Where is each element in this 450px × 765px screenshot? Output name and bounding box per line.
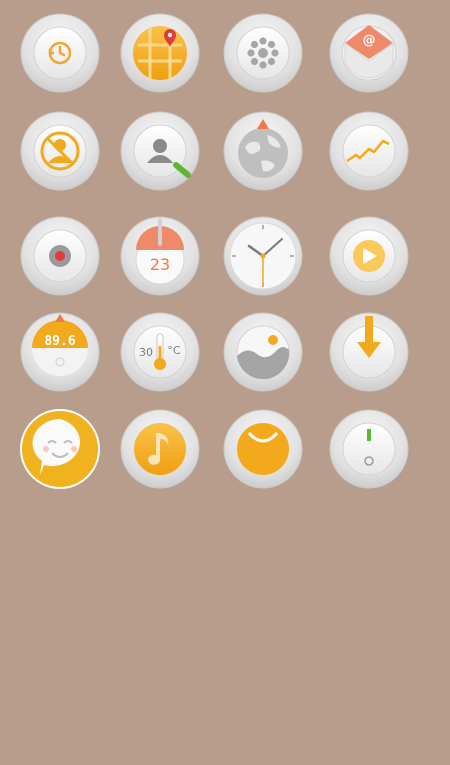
contact-edit-app-icon[interactable]	[120, 111, 200, 191]
play-app-icon[interactable]	[329, 216, 409, 296]
music-note-icon	[120, 409, 200, 489]
speaker-grill-icon	[223, 13, 303, 93]
globe-icon	[223, 111, 303, 191]
power-switch-icon	[329, 409, 409, 489]
email-app-icon[interactable]: @	[329, 13, 409, 93]
download-app-icon[interactable]	[329, 312, 409, 392]
music-app-icon[interactable]	[120, 409, 200, 489]
trend-chart-icon	[329, 111, 409, 191]
email-envelope-icon: @	[329, 13, 409, 93]
calendar-day: 23	[150, 255, 170, 274]
thermometer-icon: 30 °C	[120, 312, 200, 392]
temperature-value: 30	[139, 346, 153, 359]
radio-tuner-icon: 89.6	[20, 312, 100, 392]
person-pencil-icon	[120, 111, 200, 191]
record-dot-icon	[20, 216, 100, 296]
calendar-icon: 23	[120, 216, 200, 296]
record-app-icon[interactable]	[20, 216, 100, 296]
svg-text:@: @	[363, 33, 376, 48]
download-arrow-icon	[329, 312, 409, 392]
smiley-chat-icon	[20, 409, 100, 489]
play-icon	[329, 216, 409, 296]
clock-icon	[223, 216, 303, 296]
shop-app-icon[interactable]	[223, 409, 303, 489]
power-app-icon[interactable]	[329, 409, 409, 489]
map-app-icon[interactable]	[120, 13, 200, 93]
shopping-bag-icon	[223, 409, 303, 489]
landscape-photo-icon	[223, 312, 303, 392]
clock-app-icon[interactable]	[223, 216, 303, 296]
map-pin-icon	[120, 13, 200, 93]
history-app-icon[interactable]	[20, 13, 100, 93]
radio-app-icon[interactable]: 89.6	[20, 312, 100, 392]
globe-app-icon[interactable]	[223, 111, 303, 191]
speaker-app-icon[interactable]	[223, 13, 303, 93]
weather-app-icon[interactable]: 30 °C	[120, 312, 200, 392]
gallery-app-icon[interactable]	[223, 312, 303, 392]
chat-app-icon[interactable]	[20, 409, 100, 489]
history-icon	[20, 13, 100, 93]
radio-frequency: 89.6	[44, 334, 75, 349]
stocks-app-icon[interactable]	[329, 111, 409, 191]
temperature-unit: °C	[167, 344, 181, 357]
calendar-app-icon[interactable]: 23	[120, 216, 200, 296]
block-contact-app-icon[interactable]	[20, 111, 100, 191]
blocked-person-icon	[20, 111, 100, 191]
